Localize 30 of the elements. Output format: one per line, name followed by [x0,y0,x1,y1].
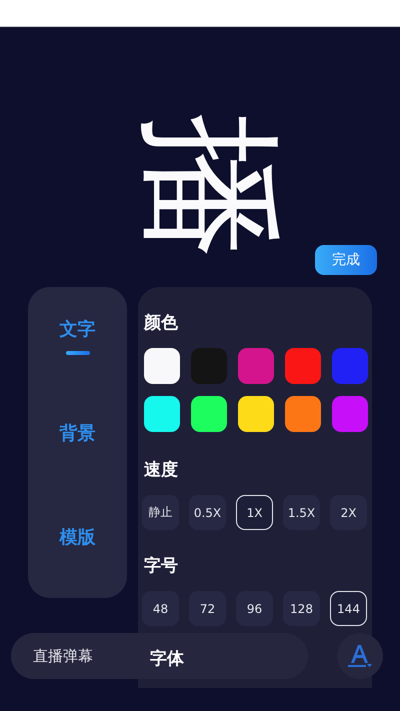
color-swatch[interactable] [144,396,180,432]
color-swatch[interactable] [332,348,368,384]
tab[interactable]: 模版 [38,525,118,565]
section-title: 字体 [150,648,184,670]
font-color-icon [348,643,372,669]
done-button[interactable]: 完成 [315,245,377,275]
speed-option[interactable]: 1X [236,495,273,530]
size-option[interactable]: 144 [330,591,367,626]
color-swatch[interactable] [191,396,227,432]
marquee-text: 播 [136,114,286,262]
color-swatch[interactable] [285,396,321,432]
tab[interactable]: 背景 [38,421,118,461]
section-title: 颜色 [144,312,179,334]
speed-option[interactable]: 1.5X [283,495,320,530]
tab[interactable]: 文字 [38,317,118,357]
speed-option[interactable]: 0.5X [189,495,226,530]
speed-option[interactable]: 2X [330,495,367,530]
section-title: 速度 [144,459,179,481]
size-option[interactable]: 72 [189,591,226,626]
size-option[interactable]: 128 [283,591,320,626]
color-swatch[interactable] [191,348,227,384]
color-swatch[interactable] [144,348,180,384]
color-swatch[interactable] [238,396,274,432]
size-option[interactable]: 96 [236,591,273,626]
color-swatch[interactable] [332,396,368,432]
color-swatch[interactable] [238,348,274,384]
color-swatch[interactable] [285,348,321,384]
size-option[interactable]: 48 [142,591,179,626]
speed-option[interactable]: 静止 [142,495,179,530]
section-title: 字号 [144,555,179,577]
